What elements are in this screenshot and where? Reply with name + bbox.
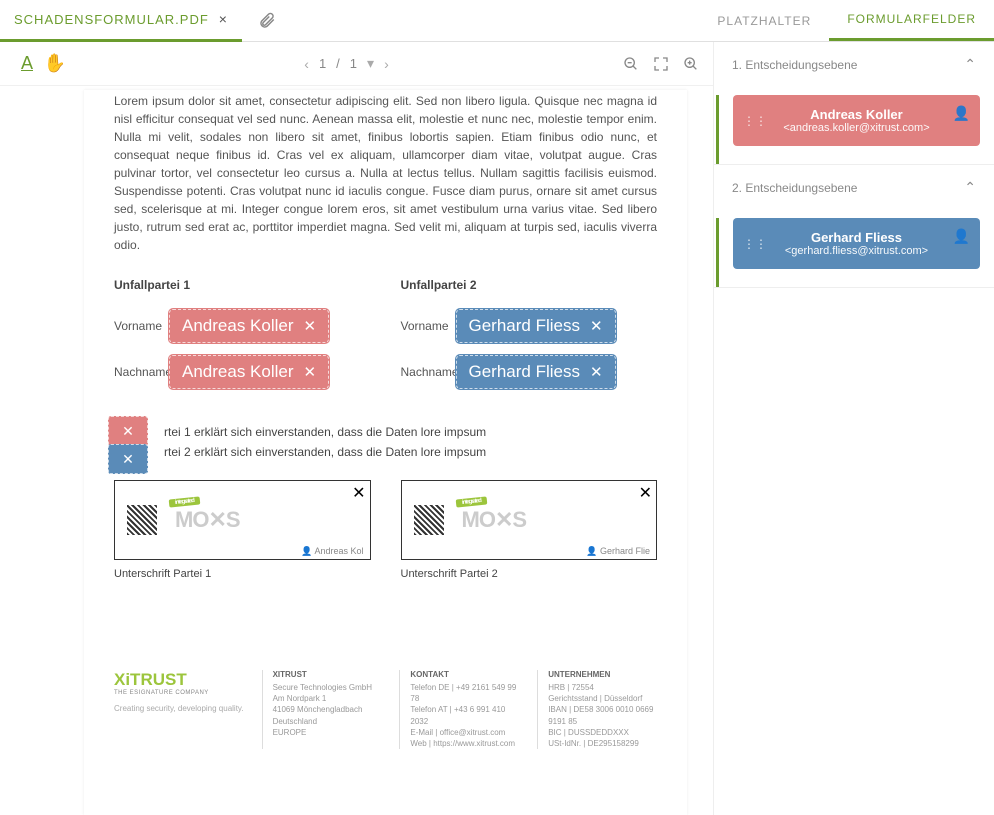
footer-col-company: XITRUST Secure Technologies GmbHAm Nordp… — [262, 670, 382, 749]
signer-2-email: <gerhard.fliess@xitrust.com> — [771, 245, 942, 257]
party-2-title: Unfallpartei 2 — [401, 278, 658, 292]
tab-form-fields[interactable]: FORMULARFELDER — [829, 0, 994, 41]
party-1: Unfallpartei 1 Vorname Andreas Koller✕ N… — [114, 278, 371, 402]
tab-placeholder[interactable]: PLATZHALTER — [699, 0, 829, 41]
checkbox-field-1[interactable]: ✕ — [108, 416, 148, 446]
document-tab[interactable]: SCHADENSFORMULAR.PDF × — [0, 0, 242, 42]
page-total: 1 — [350, 56, 357, 71]
field-tag-party1-vorname[interactable]: Andreas Koller✕ — [169, 309, 329, 343]
drag-handle-icon[interactable]: ⋮⋮ — [743, 114, 767, 128]
signer-card-2[interactable]: ⋮⋮ 👤 Gerhard Fliess <gerhard.fliess@xitr… — [733, 218, 980, 269]
drag-handle-icon[interactable]: ⋮⋮ — [743, 237, 767, 251]
document-canvas[interactable]: Lorem ipsum dolor sit amet, consectetur … — [0, 86, 713, 815]
lorem-text: Lorem ipsum dolor sit amet, consectetur … — [84, 90, 687, 254]
party1-vorname-label: Vorname — [114, 319, 174, 333]
next-page-icon[interactable]: › — [384, 56, 389, 72]
top-bar: SCHADENSFORMULAR.PDF × PLATZHALTER FORMU… — [0, 0, 994, 42]
signer-1-name: Andreas Koller — [771, 107, 942, 122]
checkbox-field-2[interactable]: ✕ — [108, 444, 148, 474]
field-tag-party2-nachname[interactable]: Gerhard Fliess✕ — [456, 355, 616, 389]
qr-icon — [414, 505, 444, 535]
decision-level-2: 2. Entscheidungsebene ⌃ ⋮⋮ 👤 Gerhard Fli… — [714, 165, 994, 288]
sidebar: 1. Entscheidungsebene ⌃ ⋮⋮ 👤 Andreas Kol… — [714, 42, 994, 815]
field-tag-party1-nachname[interactable]: Andreas Koller✕ — [169, 355, 329, 389]
page-sep: / — [336, 56, 340, 71]
consent-section: ✕ ✕ rtei 1 erklärt sich einverstanden, d… — [84, 402, 687, 462]
signer-1-email: <andreas.koller@xitrust.com> — [771, 122, 942, 134]
consent-line-2: rtei 2 erklärt sich einverstanden, dass … — [114, 442, 657, 462]
footer-col-legal: UNTERNEHMEN HRB | 72554Gerichtsstand | D… — [537, 670, 657, 749]
signature-1-label: Unterschrift Partei 1 — [114, 568, 371, 580]
chevron-up-icon[interactable]: ⌃ — [964, 56, 976, 73]
level-1-title: 1. Entscheidungsebene — [732, 58, 857, 72]
signature-box-2[interactable]: ✕ integratedMO✕S 👤 Gerhard Flie — [401, 480, 658, 560]
close-icon[interactable]: ✕ — [304, 317, 317, 335]
consent-line-1: rtei 1 erklärt sich einverstanden, dass … — [114, 422, 657, 442]
signature-2: ✕ integratedMO✕S 👤 Gerhard Flie Untersch… — [401, 480, 658, 580]
document-tab-name: SCHADENSFORMULAR.PDF — [14, 12, 209, 27]
zoom-in-icon[interactable] — [683, 56, 699, 72]
fit-screen-icon[interactable] — [653, 56, 669, 72]
signer-card-1[interactable]: ⋮⋮ 👤 Andreas Koller <andreas.koller@xitr… — [733, 95, 980, 146]
signature-box-1[interactable]: ✕ integratedMO✕S 👤 Andreas Kol — [114, 480, 371, 560]
close-icon[interactable]: × — [219, 11, 228, 27]
party-2: Unfallpartei 2 Vorname Gerhard Fliess✕ N… — [401, 278, 658, 402]
party2-vorname-label: Vorname — [401, 319, 461, 333]
moxis-logo: integratedMO✕S — [462, 507, 527, 533]
prev-page-icon[interactable]: ‹ — [304, 56, 309, 72]
pager: ‹ 1 / 1 ▾ › — [304, 55, 388, 72]
signature-1-signee: 👤 Andreas Kol — [301, 546, 363, 557]
level-1-header[interactable]: 1. Entscheidungsebene ⌃ — [714, 42, 994, 87]
user-icon: 👤 — [953, 105, 970, 122]
text-tool[interactable]: A — [14, 51, 40, 77]
pdf-page: Lorem ipsum dolor sit amet, consectetur … — [84, 90, 687, 815]
field-tag-party2-vorname[interactable]: Gerhard Fliess✕ — [456, 309, 616, 343]
attachment-icon[interactable] — [258, 11, 276, 31]
xitrust-logo: XiTRUST — [114, 670, 187, 690]
close-icon[interactable]: ✕ — [304, 363, 317, 381]
signature-2-signee: 👤 Gerhard Flie — [586, 546, 650, 557]
signer-2-name: Gerhard Fliess — [771, 230, 942, 245]
xitrust-subtitle: THE ESIGNATURE COMPANY — [114, 690, 209, 696]
hand-tool[interactable]: ✋ — [42, 51, 68, 77]
close-icon[interactable]: ✕ — [639, 483, 652, 503]
decision-level-1: 1. Entscheidungsebene ⌃ ⋮⋮ 👤 Andreas Kol… — [714, 42, 994, 165]
editor-toolbar: A ✋ ‹ 1 / 1 ▾ › — [0, 42, 713, 86]
zoom-out-icon[interactable] — [623, 56, 639, 72]
chevron-up-icon[interactable]: ⌃ — [964, 179, 976, 196]
page-footer: XiTRUST THE ESIGNATURE COMPANY Creating … — [84, 580, 687, 763]
level-2-title: 2. Entscheidungsebene — [732, 181, 857, 195]
party2-nachname-label: Nachname — [401, 365, 461, 379]
qr-icon — [127, 505, 157, 535]
user-icon: 👤 — [953, 228, 970, 245]
signature-2-label: Unterschrift Partei 2 — [401, 568, 658, 580]
party-1-title: Unfallpartei 1 — [114, 278, 371, 292]
xitrust-tagline: Creating security, developing quality. — [114, 704, 244, 713]
party1-nachname-label: Nachname — [114, 365, 174, 379]
footer-col-contact: KONTAKT Telefon DE | +49 2161 549 99 78T… — [399, 670, 519, 749]
page-dropdown-icon[interactable]: ▾ — [367, 55, 374, 72]
moxis-logo: integratedMO✕S — [175, 507, 240, 533]
close-icon[interactable]: ✕ — [590, 317, 603, 335]
close-icon[interactable]: ✕ — [590, 363, 603, 381]
page-current: 1 — [319, 56, 326, 71]
signature-1: ✕ integratedMO✕S 👤 Andreas Kol Unterschr… — [114, 480, 371, 580]
level-2-header[interactable]: 2. Entscheidungsebene ⌃ — [714, 165, 994, 210]
close-icon[interactable]: ✕ — [352, 483, 365, 503]
